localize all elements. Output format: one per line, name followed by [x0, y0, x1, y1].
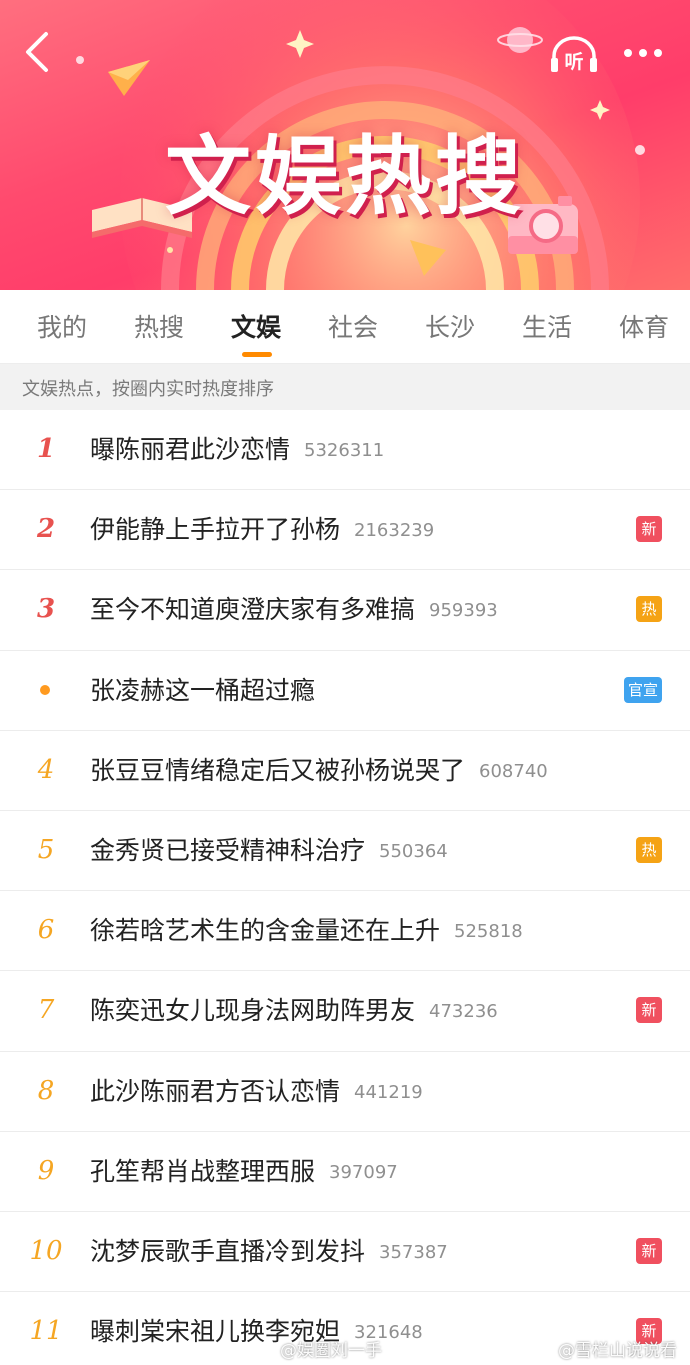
list-item[interactable]: 5 金秀贤已接受精神科治疗 550364 热	[0, 811, 690, 892]
item-title-wrap[interactable]: 孔笙帮肖战整理西服 397097	[90, 1152, 398, 1188]
heat-count: 525818	[454, 921, 523, 943]
heat-count: 397097	[329, 1161, 398, 1183]
rank-number: 6	[37, 915, 55, 946]
status-badge: 官宣	[623, 676, 662, 703]
rank-number: 9	[37, 1155, 55, 1186]
item-title: 陈奕迅女儿现身法网助阵男友	[90, 996, 416, 1026]
list-item[interactable]: 10 沈梦辰歌手直播冷到发抖 357387 新	[0, 1212, 690, 1293]
rank-number: 10	[29, 1235, 63, 1266]
item-title: 张豆豆情绪稳定后又被孙杨说哭了	[90, 755, 466, 785]
item-title-wrap[interactable]: 张豆豆情绪稳定后又被孙杨说哭了 608740	[90, 751, 548, 787]
promoted-dot-icon	[40, 684, 50, 695]
heat-count: 2163239	[354, 520, 435, 542]
list-item[interactable]: 1 曝陈丽君此沙恋情 5326311	[0, 410, 690, 491]
status-badge: 新	[636, 516, 662, 543]
item-title: 伊能静上手拉开了孙杨	[90, 515, 341, 545]
list-item[interactable]: 3 至今不知道庾澄庆家有多难搞 959393 热	[0, 570, 690, 651]
listen-label: 听	[564, 50, 583, 73]
item-title-wrap[interactable]: 至今不知道庾澄庆家有多难搞 959393	[90, 590, 498, 626]
tab-society[interactable]: 社会	[328, 308, 378, 348]
item-title: 至今不知道庾澄庆家有多难搞	[90, 595, 416, 625]
more-button[interactable]	[620, 38, 666, 68]
rank-number: 3	[36, 594, 56, 625]
tab-mine[interactable]: 我的	[37, 308, 87, 348]
heat-count: 357387	[379, 1241, 448, 1263]
item-title-wrap[interactable]: 曝陈丽君此沙恋情 5326311	[90, 430, 384, 466]
headphones-icon: 听	[551, 36, 597, 73]
tab-life[interactable]: 生活	[522, 308, 572, 348]
listen-button[interactable]: 听	[548, 34, 600, 74]
status-badge: 新	[636, 997, 662, 1024]
list-item[interactable]: 2 伊能静上手拉开了孙杨 2163239 新	[0, 490, 690, 571]
list-item[interactable]: 4 张豆豆情绪稳定后又被孙杨说哭了 608740	[0, 731, 690, 811]
rank-number: 4	[37, 754, 55, 785]
tab-changsha[interactable]: 长沙	[425, 308, 475, 348]
item-title-wrap[interactable]: 徐若晗艺术生的含金量还在上升 525818	[90, 911, 523, 947]
heat-count: 5326311	[304, 440, 385, 461]
heat-count: 959393	[429, 600, 498, 622]
item-title: 金秀贤已接受精神科治疗	[90, 835, 366, 865]
list-item[interactable]: 6 徐若晗艺术生的含金量还在上升 525818	[0, 891, 690, 972]
item-title: 孔笙帮肖战整理西服	[90, 1156, 316, 1186]
category-tabs: 我的 热搜 文娱 社会 长沙 生活 体育	[0, 290, 690, 364]
item-title-wrap[interactable]: 沈梦辰歌手直播冷到发抖 357387	[90, 1232, 448, 1268]
item-title-wrap[interactable]: 伊能静上手拉开了孙杨 2163239	[90, 510, 434, 546]
banner-title: 文娱热搜	[165, 127, 525, 227]
tab-sports[interactable]: 体育	[619, 308, 669, 348]
status-badge: 新	[636, 1237, 662, 1264]
item-title: 此沙陈丽君方否认恋情	[90, 1076, 341, 1106]
item-title-wrap[interactable]: 此沙陈丽君方否认恋情 441219	[90, 1072, 423, 1108]
more-dots-icon	[624, 49, 662, 57]
active-tab-indicator	[242, 352, 272, 357]
rank-number: 1	[36, 434, 56, 464]
item-title: 徐若晗艺术生的含金量还在上升	[90, 916, 441, 946]
status-badge: 热	[636, 596, 662, 623]
item-title-wrap[interactable]: 张凌赫这一桶超过瘾	[90, 671, 315, 707]
list-item[interactable]: 7 陈奕迅女儿现身法网助阵男友 473236 新	[0, 971, 690, 1052]
tab-entertainment[interactable]: 文娱	[231, 308, 281, 348]
rank-number: 8	[37, 1075, 55, 1106]
watermark-right: @雪栏山说说看	[558, 1341, 677, 1361]
item-title: 曝陈丽君此沙恋情	[90, 435, 291, 464]
heat-count: 473236	[429, 1001, 498, 1023]
back-button[interactable]	[18, 28, 58, 76]
rank-number: 2	[36, 514, 56, 545]
status-badge: 热	[636, 836, 662, 863]
list-item[interactable]: 8 此沙陈丽君方否认恋情 441219	[0, 1052, 690, 1132]
item-title: 沈梦辰歌手直播冷到发抖	[90, 1236, 366, 1266]
rank-number: 5	[37, 834, 55, 865]
rank-number: 11	[29, 1316, 63, 1347]
hot-search-list: 1 曝陈丽君此沙恋情 5326311 2 伊能静上手拉开了孙杨 2163239 新 3 至今不知…	[0, 410, 690, 1365]
item-title-wrap[interactable]: 金秀贤已接受精神科治疗 550364	[90, 831, 448, 867]
tab-hot-search[interactable]: 热搜	[134, 308, 184, 348]
list-description: 文娱热点，按圈内实时热度排序	[0, 364, 690, 410]
list-item[interactable]: 张凌赫这一桶超过瘾 官宣	[0, 651, 690, 731]
rank-number: 7	[37, 995, 55, 1026]
back-arrow-icon	[26, 32, 48, 72]
item-title-wrap[interactable]: 陈奕迅女儿现身法网助阵男友 473236	[90, 991, 498, 1027]
heat-count: 441219	[354, 1081, 423, 1103]
item-title: 张凌赫这一桶超过瘾	[90, 675, 316, 705]
list-item[interactable]: 9 孔笙帮肖战整理西服 397097	[0, 1132, 690, 1212]
heat-count: 550364	[379, 840, 448, 862]
watermark-left: @娱圈刘一手	[280, 1341, 382, 1361]
heat-count: 608740	[479, 760, 548, 782]
banner: 听 文娱热搜	[0, 0, 690, 290]
